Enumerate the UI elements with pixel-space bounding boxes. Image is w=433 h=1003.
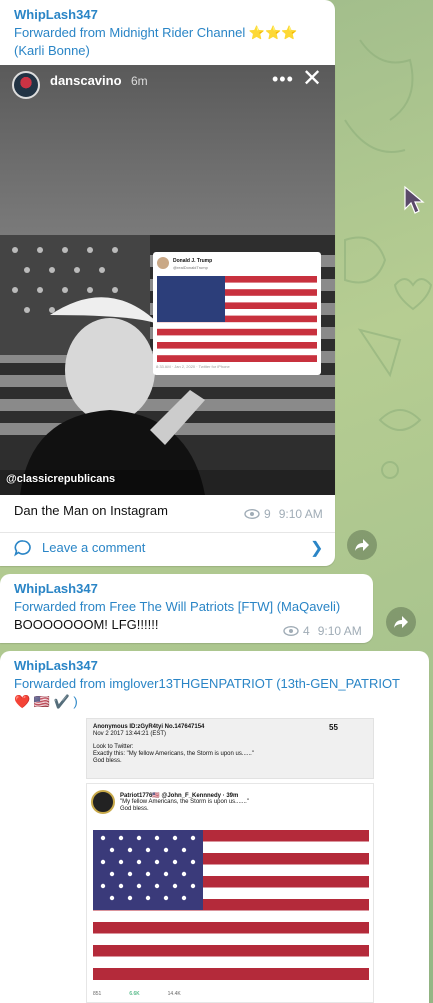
message-caption: Dan the Man on Instagram [14,503,168,518]
tweet-stats: 851 6.6K 14.4K [93,991,181,997]
view-count: 9 [264,507,271,521]
eye-icon [244,509,260,519]
forwarded-from[interactable]: Forwarded from Midnight Rider Channel ⭐⭐… [14,24,321,60]
more-dots-icon[interactable]: ••• [272,69,294,90]
embedded-tweet: Patriot1776🇺🇸 @John_F_Kennnedy · 39m "My… [86,783,374,1003]
chevron-right-icon[interactable]: ❯ [310,538,323,558]
message-time: 9:10 AM [278,507,323,521]
share-button[interactable] [386,607,416,637]
story-username[interactable]: danscavino [50,73,122,88]
comment-icon [14,539,31,556]
forwarded-from[interactable]: Forwarded from Free The Will Patriots [F… [14,598,359,616]
message-bubble-3: WhipLash347 Forwarded from imglover13THG… [0,651,429,1003]
reply-count: 851 [93,991,102,997]
retweet-count: 6.6K [129,991,140,997]
share-button[interactable] [347,530,377,560]
sender-name[interactable]: WhipLash347 [14,657,415,675]
mouse-cursor-icon [404,185,425,214]
message-meta: 4 9:10 AM [283,624,362,638]
attached-image[interactable]: Anonymous ID:zGyR4tyi No.147647154 Nov 2… [86,718,374,1003]
forwarded-from[interactable]: Forwarded from imglover13THGENPATRIOT (1… [14,675,415,711]
leave-comment-button[interactable]: Leave a comment [0,532,335,562]
comment-label: Leave a comment [42,540,146,555]
share-arrow-icon [394,616,408,628]
message-meta: 9 9:10 AM [244,507,323,521]
story-tag: @classicrepublicans [6,473,116,485]
avatar [91,790,115,814]
eye-icon [283,626,299,636]
like-count: 14.4K [167,991,181,997]
chan-post: Anonymous ID:zGyR4tyi No.147647154 Nov 2… [86,718,374,779]
story-image[interactable]: Donald J. Trump @realDonaldTrump 8:33 AM… [0,65,335,495]
sender-name[interactable]: WhipLash347 [14,6,321,24]
sender-name[interactable]: WhipLash347 [14,580,359,598]
flag-image [157,276,317,362]
share-arrow-icon [355,539,369,551]
message-bubble-1: WhipLash347 Forwarded from Midnight Ride… [0,0,335,566]
message-bubble-2: WhipLash347 Forwarded from Free The Will… [0,574,373,643]
embedded-tweet-card: Donald J. Trump @realDonaldTrump 8:33 AM… [153,252,321,375]
story-time: 6m [131,74,148,88]
close-icon[interactable]: ✕ [302,67,322,91]
avatar[interactable] [12,71,40,99]
flag-image [93,830,369,980]
view-count: 4 [303,624,310,638]
message-time: 9:10 AM [317,624,362,638]
